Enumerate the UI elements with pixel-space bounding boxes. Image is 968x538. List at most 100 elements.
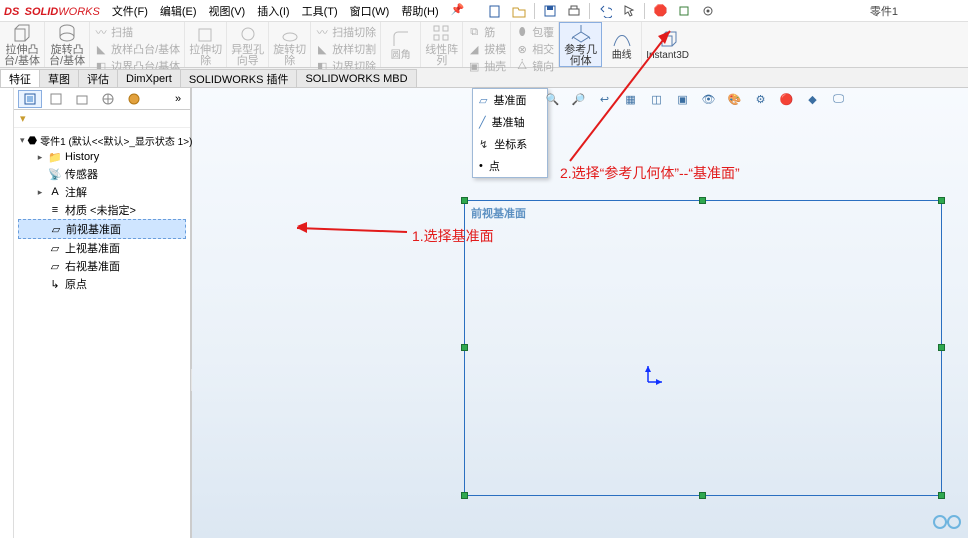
qat-select-button[interactable] — [618, 2, 640, 20]
point-icon: • — [479, 160, 483, 172]
tree-tab-display-icon[interactable] — [122, 90, 146, 108]
tree-filterbar: ▾ — [14, 110, 190, 128]
annotation-step1-arrow — [297, 222, 417, 245]
view-settings-icon[interactable]: ⚙ — [752, 90, 770, 108]
plane-handle-bl[interactable] — [461, 492, 468, 499]
menu-tools[interactable]: 工具(T) — [296, 1, 344, 21]
render-icon[interactable]: ◆ — [804, 90, 822, 108]
tree-right-plane[interactable]: ▱右视基准面 — [18, 257, 186, 275]
ribbon-sweep-cut: 〰扫描切除 — [315, 24, 376, 40]
main-body: » ▾ ▾⬣零件1 (默认<<默认>_显示状态 1>) ▸📁History 📡传… — [0, 88, 968, 538]
plane-handle-tr[interactable] — [938, 197, 945, 204]
plane-icon: ▱ — [48, 241, 62, 255]
tab-mbd[interactable]: SOLIDWORKS MBD — [296, 69, 416, 87]
ribbon-loft-cut: ◣放样切割 — [315, 41, 376, 57]
tree-annotations[interactable]: ▸A注解 — [18, 183, 186, 201]
ribbon-wrap: ⬮包覆 — [515, 24, 554, 40]
tree-origin[interactable]: ↳原点 — [18, 275, 186, 293]
plane-handle-ml[interactable] — [461, 344, 468, 351]
tab-addins[interactable]: SOLIDWORKS 插件 — [180, 69, 298, 87]
origin-triad — [638, 366, 658, 389]
tree-root[interactable]: ▾⬣零件1 (默认<<默认>_显示状态 1>) — [18, 132, 186, 149]
menu-bar: 文件(F) 编辑(E) 视图(V) 插入(I) 工具(T) 窗口(W) 帮助(H… — [106, 1, 471, 21]
dropdown-plane[interactable]: ▱基准面 — [473, 89, 547, 111]
tree-history[interactable]: ▸📁History — [18, 149, 186, 165]
qat-print-button[interactable] — [563, 2, 585, 20]
ribbon-revolve-boss[interactable]: 旋转凸台/基体 — [45, 22, 90, 67]
ribbon-curves[interactable]: 曲线 — [602, 22, 642, 67]
plane-handle-tm[interactable] — [699, 197, 706, 204]
view-goggles-icon[interactable] — [932, 513, 962, 534]
qat-save-button[interactable] — [539, 2, 561, 20]
dropdown-coord[interactable]: ↯坐标系 — [473, 133, 547, 155]
menu-pin-icon[interactable]: 📌 — [445, 1, 471, 21]
qat-settings-button[interactable] — [697, 2, 719, 20]
ribbon-hole: 异型孔向导 — [227, 22, 269, 67]
menu-view[interactable]: 视图(V) — [203, 1, 252, 21]
feature-tree-panel: » ▾ ▾⬣零件1 (默认<<默认>_显示状态 1>) ▸📁History 📡传… — [14, 88, 192, 538]
tree-panel-tabs: » — [14, 88, 190, 110]
dropdown-point[interactable]: •点 — [473, 155, 547, 177]
appearance-icon[interactable]: 🔴 — [778, 90, 796, 108]
hide-show-icon[interactable]: 👁 — [700, 90, 718, 108]
plane-selection-rect[interactable]: 前视基准面 — [464, 200, 942, 496]
annotations-icon: A — [48, 185, 62, 199]
plane-icon: ▱ — [479, 94, 487, 107]
tree-tab-feature-icon[interactable] — [18, 90, 42, 108]
tree-tab-overflow-icon[interactable]: » — [166, 90, 190, 108]
qat-new-button[interactable] — [484, 2, 506, 20]
menu-insert[interactable]: 插入(I) — [251, 1, 295, 21]
filter-funnel-icon[interactable]: ▾ — [20, 112, 26, 125]
plane-icon: ▱ — [49, 222, 63, 236]
dropdown-axis[interactable]: ╱基准轴 — [473, 111, 547, 133]
ref-geom-dropdown: ▱基准面 ╱基准轴 ↯坐标系 •点 — [472, 88, 548, 178]
ribbon-wrap-group: ⬮包覆 ⊗相交 ⧊镜向 — [511, 22, 559, 67]
tree-material[interactable]: ≡材质 <未指定> — [18, 201, 186, 219]
qat-open-button[interactable] — [508, 2, 530, 20]
tree-tab-dimxpert-icon[interactable] — [96, 90, 120, 108]
tab-dimxpert[interactable]: DimXpert — [117, 69, 181, 87]
tree-top-plane[interactable]: ▱上视基准面 — [18, 239, 186, 257]
graphics-viewport[interactable]: ▱基准面 ╱基准轴 ↯坐标系 •点 🔍 🔎 ↩ ▦ ◫ ▣ 👁 🎨 ⚙ 🔴 ◆ … — [192, 88, 968, 538]
material-icon: ≡ — [48, 203, 62, 217]
tab-sketch[interactable]: 草图 — [39, 69, 79, 87]
tab-evaluate[interactable]: 评估 — [78, 69, 118, 87]
scene-icon[interactable]: 🎨 — [726, 90, 744, 108]
zoom-fit-icon[interactable]: 🔍 — [544, 90, 562, 108]
viewport-icon[interactable]: 🖵 — [830, 90, 848, 108]
annotation-step2-arrow — [560, 91, 680, 174]
tree-tab-property-icon[interactable] — [44, 90, 68, 108]
qat-undo-button[interactable] — [594, 2, 616, 20]
tree-front-plane[interactable]: ▱前视基准面 — [18, 219, 186, 239]
ribbon-pattern: 线性阵列 — [421, 22, 463, 67]
extrude-cut-icon — [195, 23, 217, 45]
collapsed-task-pane[interactable] — [0, 88, 14, 538]
ribbon-reference-geometry[interactable]: 参考几何体 — [559, 22, 602, 67]
ribbon-loft: ◣放样凸台/基体 — [94, 41, 180, 57]
ribbon-instant3d[interactable]: Instant3D — [642, 22, 693, 67]
menu-help[interactable]: 帮助(H) — [395, 1, 444, 21]
ribbon-fillet: 圆角 — [381, 22, 421, 67]
menu-file[interactable]: 文件(F) — [106, 1, 154, 21]
ribbon-extrude-boss[interactable]: 拉伸凸台/基体 — [0, 22, 45, 67]
extrude-boss-icon — [11, 23, 33, 45]
tab-features[interactable]: 特征 — [0, 69, 40, 87]
plane-handle-mr[interactable] — [938, 344, 945, 351]
coord-icon: ↯ — [479, 138, 488, 151]
document-title: 零件1 — [870, 3, 898, 19]
qat-options-button[interactable] — [673, 2, 695, 20]
title-bar: DS SOLIDWORKS 文件(F) 编辑(E) 视图(V) 插入(I) 工具… — [0, 0, 968, 22]
quick-access-toolbar: 🛑 — [484, 2, 719, 20]
part-icon: ⬣ — [28, 134, 38, 148]
menu-window[interactable]: 窗口(W) — [344, 1, 396, 21]
qat-rebuild-button[interactable]: 🛑 — [649, 2, 671, 20]
tree-tab-config-icon[interactable] — [70, 90, 94, 108]
ribbon-revolve-cut: 旋转切除 — [269, 22, 311, 67]
ribbon-shell: ▣抽壳 — [467, 58, 506, 74]
plane-handle-tl[interactable] — [461, 197, 468, 204]
plane-handle-br[interactable] — [938, 492, 945, 499]
tree-sensors[interactable]: 📡传感器 — [18, 165, 186, 183]
menu-edit[interactable]: 编辑(E) — [154, 1, 203, 21]
plane-handle-bm[interactable] — [699, 492, 706, 499]
hole-wizard-icon — [237, 23, 259, 45]
